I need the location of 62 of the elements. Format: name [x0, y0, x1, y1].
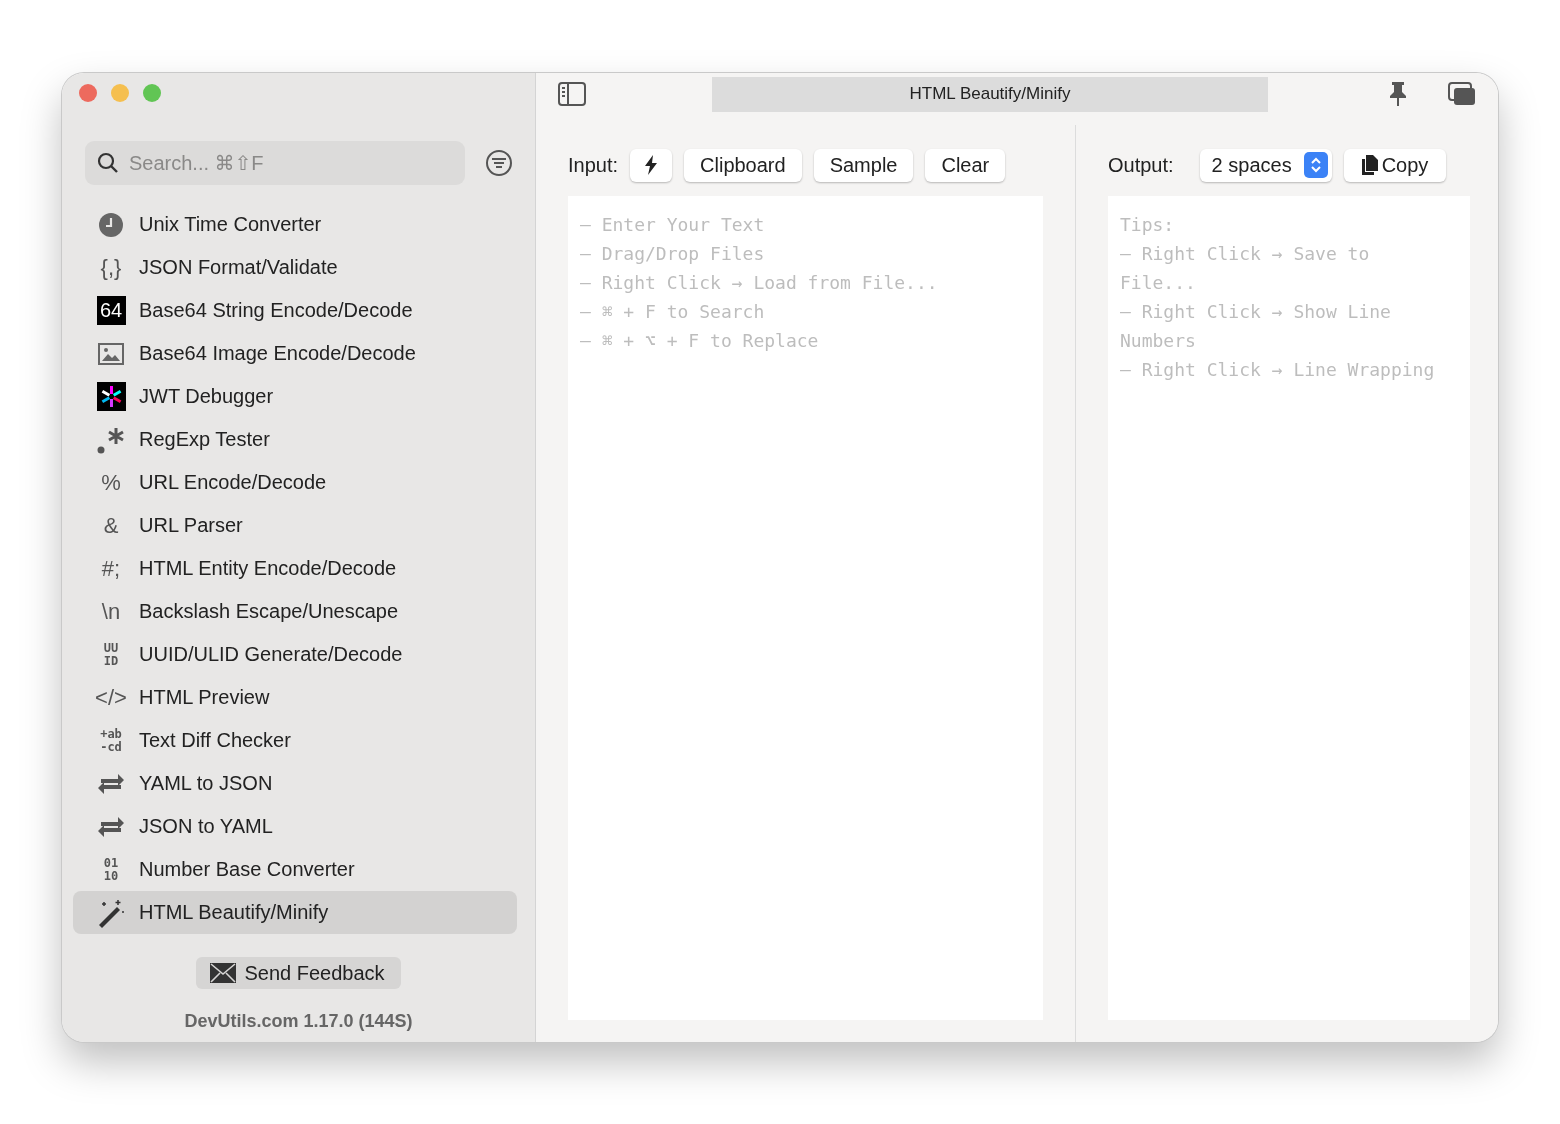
tool-icon: +ab -cd — [100, 727, 122, 754]
lightning-icon — [644, 155, 659, 175]
sidebar-item[interactable]: </> HTML Preview — [73, 676, 517, 719]
placeholder-text: – Right Click → Load from File... — [580, 271, 939, 295]
tool-icon: % — [101, 469, 121, 496]
tool-icon: #; — [101, 555, 121, 582]
placeholder-text: – Drag/Drop Files — [580, 242, 766, 266]
tool-icon: {,} — [100, 254, 122, 281]
sidebar-item[interactable]: 01 10 Number Base Converter — [73, 848, 517, 891]
document-icon — [1361, 155, 1378, 175]
search-icon — [97, 152, 119, 174]
sidebar-item[interactable]: {,} JSON Format/Validate — [73, 246, 517, 289]
sidebar-item[interactable]: % URL Encode/Decode — [73, 461, 517, 504]
indent-select[interactable]: 2 spaces — [1199, 148, 1332, 182]
window-title: HTML Beautify/Minify — [712, 76, 1268, 112]
stepper-icon — [1309, 156, 1322, 174]
tool-icon: 64 — [96, 296, 126, 325]
sidebar-item[interactable]: \n Backslash Escape/Unescape — [73, 590, 517, 633]
placeholder-text: Tips: — [1120, 213, 1176, 237]
placeholder-text: File... — [1120, 271, 1197, 295]
placeholder-text: – ⌘ + F to Search — [580, 300, 766, 324]
placeholder-text: – ⌘ + ⌥ + F to Replace — [580, 329, 820, 353]
sidebar-toggle-icon[interactable] — [558, 82, 586, 106]
search-field[interactable]: Search... ⌘⇧F — [85, 141, 465, 185]
tool-icon: 01 10 — [103, 856, 119, 883]
placeholder-text: – Right Click → Show Line — [1120, 300, 1392, 324]
windows-icon[interactable] — [1448, 82, 1476, 106]
sidebar-item[interactable]: & URL Parser — [73, 504, 517, 547]
sidebar-item[interactable]: YAML to JSON — [73, 762, 517, 805]
toolbar-button[interactable]: Clear — [925, 148, 1006, 182]
envelope-icon — [210, 963, 237, 983]
placeholder-text: – Enter Your Text — [580, 213, 766, 237]
sidebar-item[interactable]: HTML Beautify/Minify — [73, 891, 517, 934]
image-icon — [98, 342, 124, 365]
auto-button[interactable] — [630, 148, 673, 182]
copy-button[interactable]: Copy — [1343, 148, 1447, 182]
tool-icon: UU ID — [103, 641, 119, 668]
version-text: DevUtils.com 1.17.0 (144S) — [184, 1011, 413, 1032]
placeholder-text: Numbers — [1120, 329, 1197, 353]
toolbar-button[interactable]: Sample — [813, 148, 914, 182]
pin-icon[interactable] — [1388, 81, 1408, 107]
input-label: Input: — [568, 153, 619, 177]
tool-icon: \n — [101, 598, 121, 625]
sidebar-item[interactable]: UU ID UUID/ULID Generate/Decode — [73, 633, 517, 676]
tool-icon: & — [103, 512, 119, 539]
sidebar-item[interactable]: #; HTML Entity Encode/Decode — [73, 547, 517, 590]
sidebar-item[interactable]: JSON to YAML — [73, 805, 517, 848]
sidebar-item[interactable]: Unix Time Converter — [73, 203, 517, 246]
sidebar-item[interactable]: RegExp Tester — [73, 418, 517, 461]
sidebar-item[interactable]: Base64 Image Encode/Decode — [73, 332, 517, 375]
send-feedback-button[interactable]: Send Feedback — [196, 957, 401, 989]
toolbar-button[interactable]: Clipboard — [684, 148, 802, 182]
sidebar-item[interactable]: 64 Base64 String Encode/Decode — [73, 289, 517, 332]
output-label: Output: — [1108, 153, 1174, 177]
clock-icon — [98, 211, 124, 238]
placeholder-text: – Right Click → Line Wrapping — [1120, 358, 1436, 382]
placeholder-text: – Right Click → Save to — [1120, 242, 1371, 266]
asterisk-icon — [96, 382, 126, 411]
sidebar-item[interactable]: +ab -cd Text Diff Checker — [73, 719, 517, 762]
sidebar-item[interactable]: JWT Debugger — [73, 375, 517, 418]
filter-icon[interactable] — [485, 149, 513, 177]
tool-icon: </> — [95, 684, 127, 711]
